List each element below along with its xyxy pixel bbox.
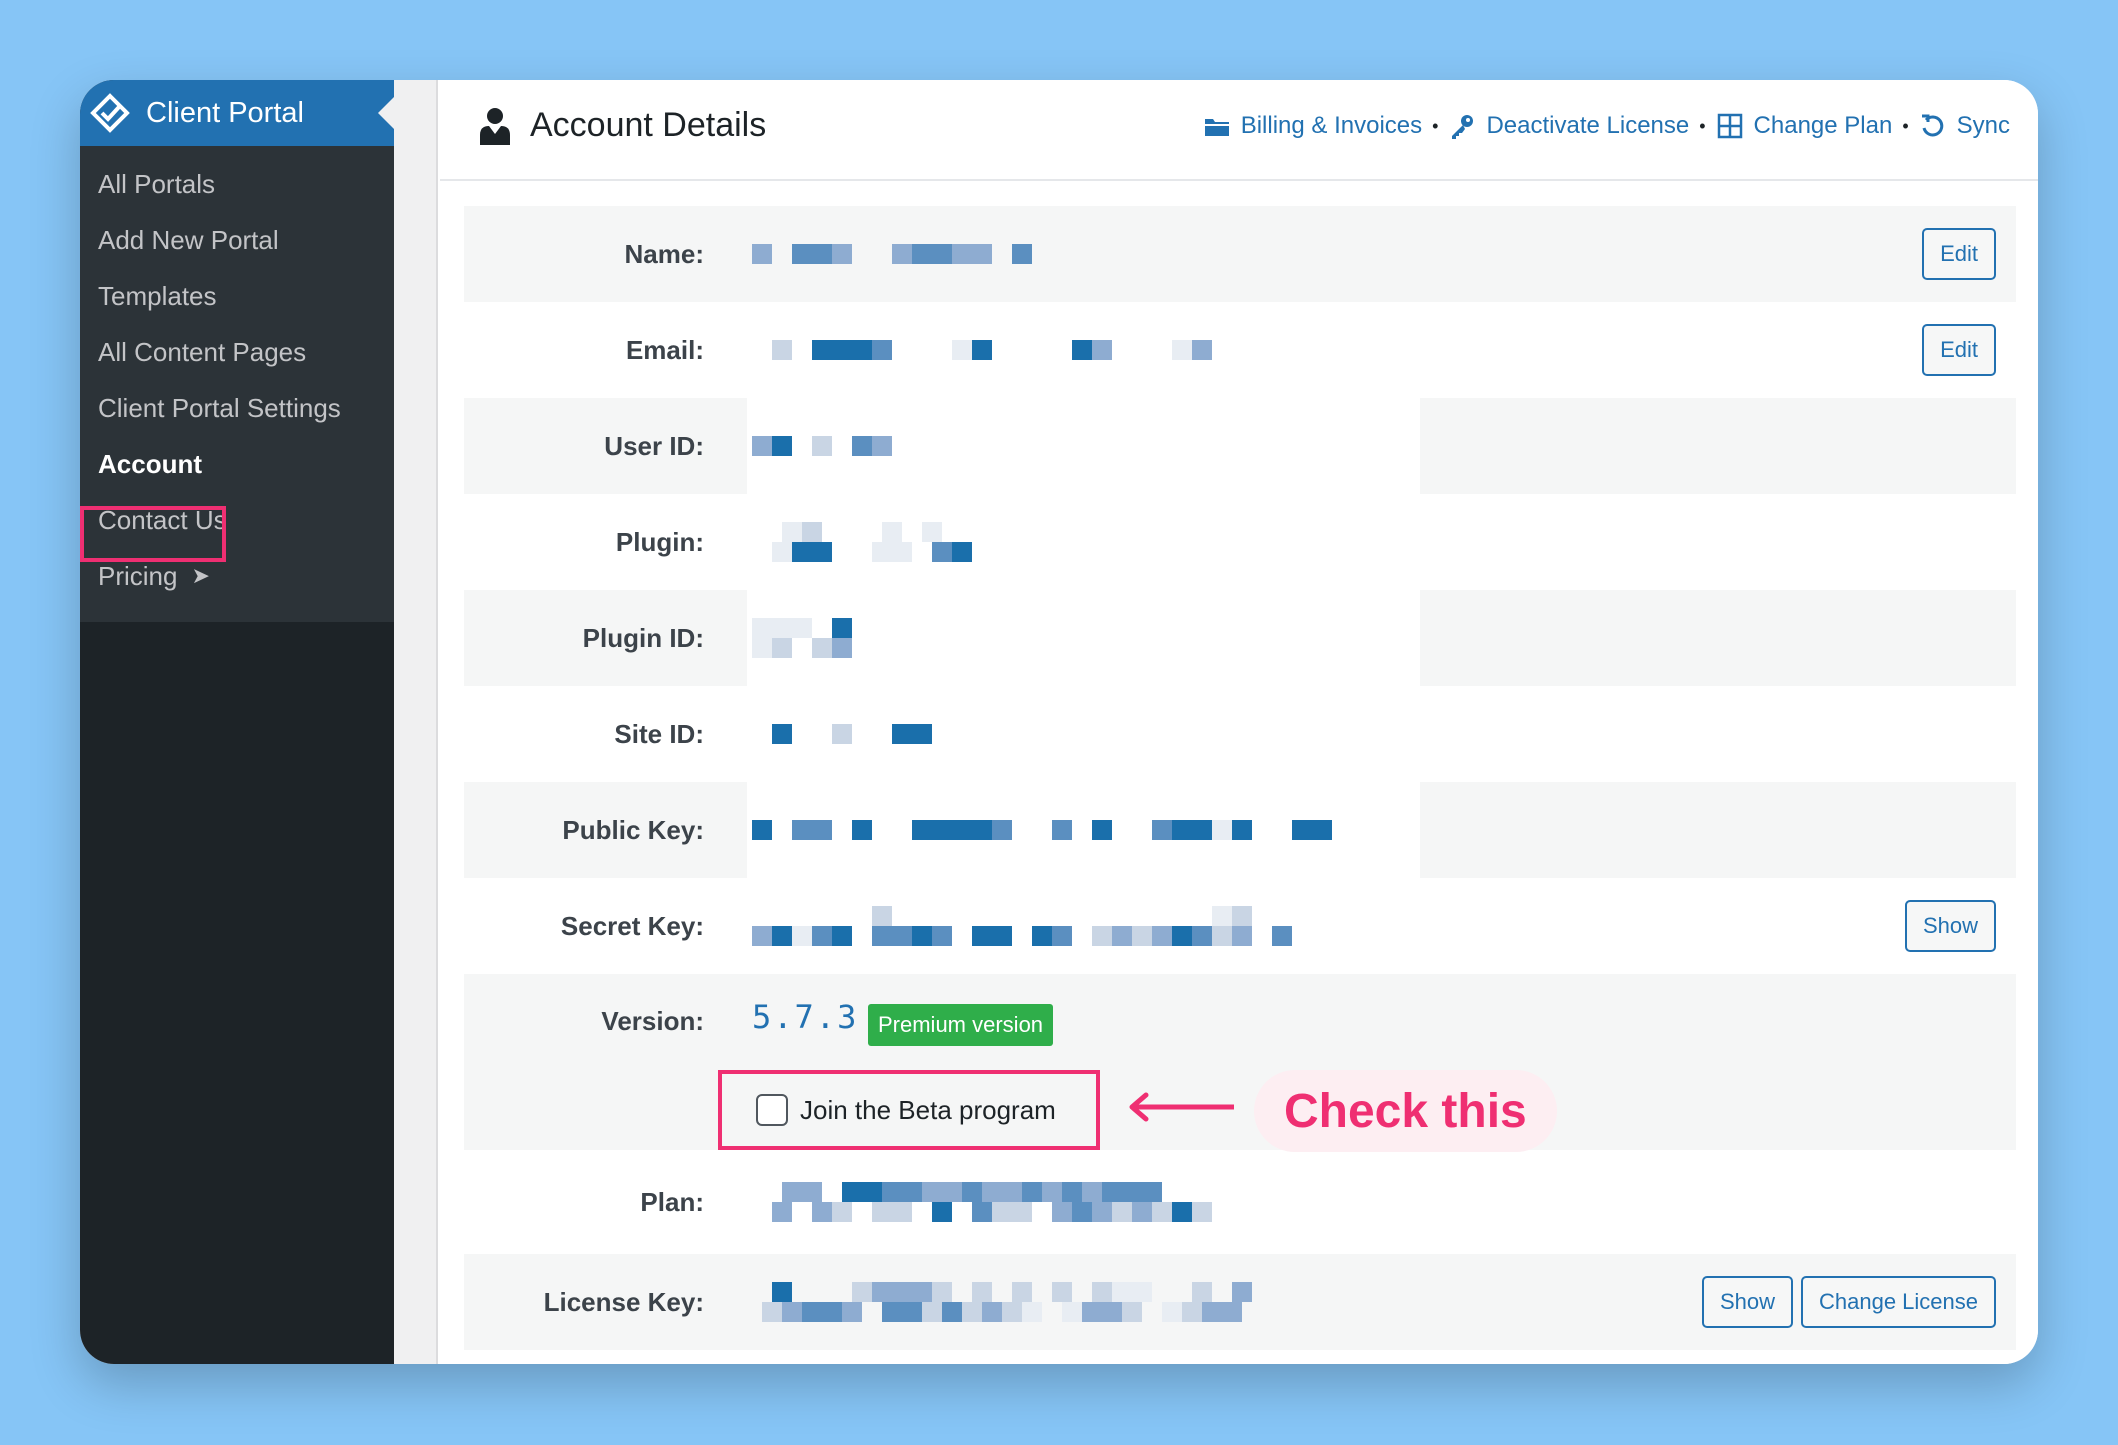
action-label: Billing & Invoices [1240, 112, 1423, 139]
sidebar-item-templates[interactable]: Templates [80, 268, 394, 324]
redacted-value [752, 436, 892, 456]
edit-email-button[interactable]: Edit [1922, 324, 1996, 376]
sync-link[interactable]: Sync [1919, 112, 2010, 140]
redacted-value [752, 618, 852, 658]
page-title-text: Account Details [530, 106, 767, 144]
redacted-value [752, 244, 1032, 264]
redacted-value [752, 820, 1332, 840]
deactivate-license-link[interactable]: Deactivate License [1448, 112, 1689, 140]
sidebar-menu-client-portal[interactable]: Client Portal [80, 80, 394, 146]
folder-icon [1204, 119, 1229, 136]
row-user-id: User ID: [464, 398, 2016, 494]
separator: • [1699, 115, 1706, 136]
sidebar-item-label: All Content Pages [98, 336, 307, 367]
admin-sidebar: Client Portal All Portals Add New Portal… [80, 80, 394, 1364]
row-email: Email: Edit [464, 302, 2016, 398]
sidebar-title: Client Portal [146, 96, 304, 129]
row-version: Version: 5.7.3 Premium version Join the … [464, 974, 2016, 1150]
field-label: License Key: [543, 1286, 704, 1317]
field-label: Public Key: [562, 814, 704, 845]
sidebar-item-label: Add New Portal [98, 224, 279, 255]
show-secret-key-button[interactable]: Show [1904, 900, 1996, 952]
content-gutter [394, 80, 438, 1364]
arrow-right-icon: ➤ [191, 563, 210, 588]
sidebar-item-all-content-pages[interactable]: All Content Pages [80, 324, 394, 380]
sidebar-submenu: All Portals Add New Portal Templates All… [80, 146, 394, 622]
sidebar-item-label: Contact Us [98, 504, 227, 535]
page-header: Account Details Billing & Invoices • Dea… [440, 80, 2038, 181]
field-label: Plugin: [615, 526, 704, 557]
sidebar-item-label: Pricing [98, 560, 178, 591]
sidebar-item-contact-us[interactable]: Contact Us [80, 492, 394, 548]
premium-badge: Premium version [868, 1004, 1054, 1046]
sidebar-item-account[interactable]: Account [80, 436, 394, 492]
field-label: Name: [624, 238, 704, 269]
check-this-callout: Check this [1254, 1070, 1557, 1152]
account-details-table: Name: Edit Email: Edit User ID: Plugin: … [464, 206, 2016, 1350]
field-label: Version: [601, 1006, 704, 1036]
show-license-key-button[interactable]: Show [1701, 1276, 1793, 1328]
sidebar-item-all-portals[interactable]: All Portals [80, 156, 394, 212]
key-icon [1452, 115, 1474, 139]
redacted-value [752, 724, 932, 744]
redacted-value [752, 906, 1292, 946]
version-number: 5.7.3 [752, 998, 859, 1036]
redacted-value [752, 340, 1212, 360]
beta-program-label: Join the Beta program [800, 1094, 1056, 1125]
field-label: Email: [625, 334, 704, 365]
row-name: Name: Edit [464, 206, 2016, 302]
field-label: Plan: [640, 1186, 704, 1217]
beta-program-option[interactable]: Join the Beta program [718, 1070, 1100, 1150]
action-label: Change Plan [1753, 112, 1893, 139]
main-content: Account Details Billing & Invoices • Dea… [440, 80, 2038, 1364]
sidebar-item-label: All Portals [98, 168, 216, 199]
app-window: Client Portal All Portals Add New Portal… [80, 80, 2038, 1364]
sync-icon [1921, 114, 1943, 137]
billing-invoices-link[interactable]: Billing & Invoices [1203, 112, 1422, 140]
separator: • [1902, 115, 1909, 136]
redacted-value [752, 1182, 1212, 1222]
change-plan-link[interactable]: Change Plan [1716, 112, 1893, 140]
header-actions: Billing & Invoices • Deactivate License … [1203, 112, 2010, 140]
user-icon [480, 107, 510, 145]
field-label: Secret Key: [560, 910, 704, 941]
sidebar-item-pricing[interactable]: Pricing ➤ [80, 548, 394, 604]
redacted-value [752, 522, 972, 562]
arrow-left-icon [1129, 1092, 1234, 1122]
row-plugin: Plugin: [464, 494, 2016, 590]
sidebar-item-label: Account [98, 448, 202, 479]
row-public-key: Public Key: [464, 782, 2016, 878]
page-title: Account Details [478, 106, 766, 145]
action-label: Sync [1956, 112, 2010, 139]
separator: • [1432, 115, 1439, 136]
field-label: User ID: [604, 430, 704, 461]
row-plan: Plan: [464, 1150, 2016, 1254]
client-portal-logo-icon [90, 93, 130, 133]
sidebar-item-label: Templates [98, 280, 217, 311]
field-label: Plugin ID: [582, 622, 704, 653]
row-plugin-id: Plugin ID: [464, 590, 2016, 686]
sidebar-item-add-new-portal[interactable]: Add New Portal [80, 212, 394, 268]
active-menu-pointer [378, 97, 394, 129]
edit-name-button[interactable]: Edit [1922, 228, 1996, 280]
sidebar-item-label: Client Portal Settings [98, 392, 341, 423]
field-label: Site ID: [614, 718, 704, 749]
row-secret-key: Secret Key: Show [464, 878, 2016, 974]
sidebar-item-settings[interactable]: Client Portal Settings [80, 380, 394, 436]
row-license-key: License Key: Show Change License [464, 1254, 2016, 1350]
row-site-id: Site ID: [464, 686, 2016, 782]
action-label: Deactivate License [1486, 112, 1690, 139]
change-license-button[interactable]: Change License [1800, 1276, 1996, 1328]
redacted-value [752, 1282, 1252, 1322]
grid-icon [1717, 113, 1742, 139]
beta-program-checkbox[interactable] [756, 1094, 788, 1126]
